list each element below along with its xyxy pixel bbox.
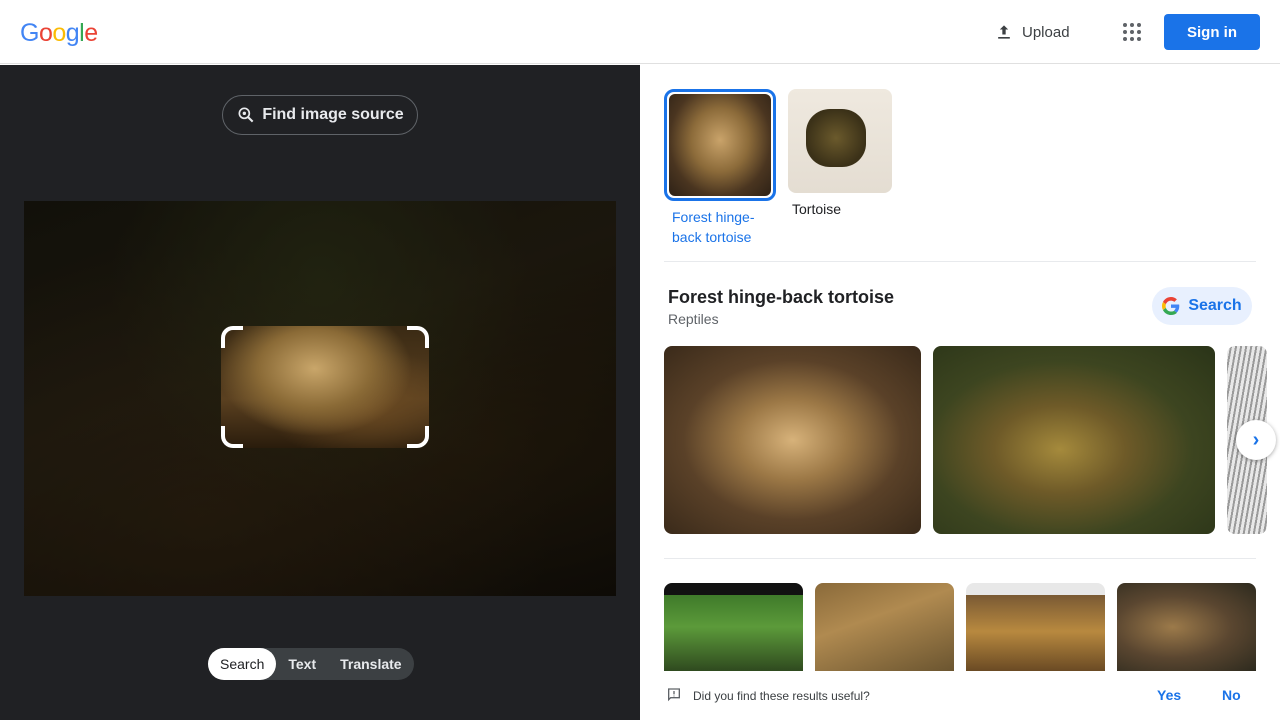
lens-search-icon [238, 107, 254, 123]
mode-tabs: Search Text Translate [208, 648, 414, 680]
crop-handle-top-right[interactable] [407, 326, 429, 348]
chevron-right-icon[interactable]: › [1236, 420, 1276, 460]
selection-crop-area[interactable] [221, 326, 429, 448]
logo-letter-o1: o [38, 19, 53, 47]
feedback-icon [668, 688, 680, 702]
visual-match-image[interactable] [1117, 583, 1256, 671]
google-logo[interactable]: Google [20, 18, 98, 48]
visual-match-image[interactable] [815, 583, 954, 671]
crop-handle-bottom-left[interactable] [221, 426, 243, 448]
logo-letter-e: e [84, 19, 98, 47]
tab-translate[interactable]: Translate [328, 648, 413, 680]
chip-label: Tortoise [792, 201, 842, 217]
result-image[interactable] [664, 346, 921, 534]
find-image-source-button[interactable]: Find image source [222, 95, 418, 135]
chip-label: Forest hinge-back tortoise [672, 209, 755, 245]
tab-search[interactable]: Search [208, 648, 277, 680]
visual-match-image[interactable] [664, 583, 803, 671]
upload-icon [998, 25, 1010, 39]
divider [664, 558, 1256, 559]
chip-forest-hinge-back-tortoise[interactable]: Forest hinge-back tortoise [664, 89, 776, 247]
search-button-label: Search [1188, 297, 1242, 314]
crop-handle-top-left[interactable] [221, 326, 243, 348]
results-panel: Forest hinge-back tortoise Tortoise Fore… [640, 65, 1280, 720]
divider [664, 261, 1256, 262]
google-g-icon [1162, 297, 1180, 315]
visual-match-image[interactable] [966, 583, 1105, 671]
upload-label: Upload [1022, 23, 1070, 41]
chip-thumbnail [788, 89, 892, 193]
tab-text[interactable]: Text [276, 648, 328, 680]
image-preview-panel: Find image source Search Text Translate [0, 65, 640, 720]
uploaded-image[interactable] [24, 201, 616, 596]
chip-thumbnail [664, 89, 776, 201]
chip-tortoise[interactable]: Tortoise [788, 89, 900, 219]
result-image[interactable] [933, 346, 1215, 534]
google-search-button[interactable]: Search [1152, 287, 1252, 325]
feedback-yes-button[interactable]: Yes [1157, 687, 1181, 703]
feedback-question: Did you find these results useful? [693, 689, 870, 703]
find-image-source-label: Find image source [262, 106, 404, 123]
logo-letter-g: G [20, 19, 39, 47]
logo-letter-o2: o [52, 19, 66, 47]
feedback-bar: Did you find these results useful? Yes N… [640, 671, 1280, 720]
feedback-no-button[interactable]: No [1222, 687, 1241, 703]
sign-in-button[interactable]: Sign in [1164, 14, 1260, 50]
upload-button[interactable]: Upload [984, 14, 1080, 50]
apps-grid-icon[interactable] [1116, 16, 1148, 48]
top-bar: Google Upload Sign in [0, 0, 1280, 64]
logo-letter-g2: g [65, 19, 80, 47]
entity-subtitle: Reptiles [668, 311, 719, 327]
entity-title[interactable]: Forest hinge-back tortoise [668, 287, 894, 308]
